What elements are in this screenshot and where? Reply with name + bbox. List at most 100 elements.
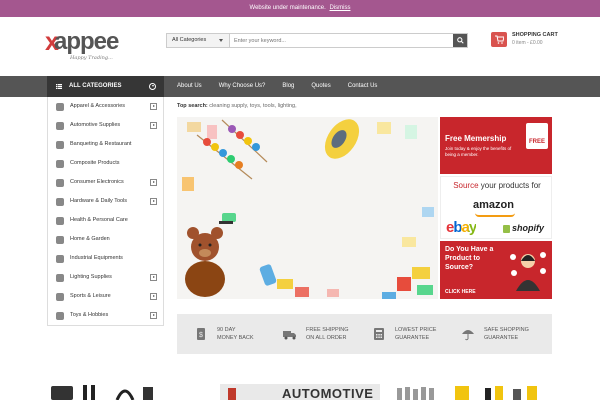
membership-body: Join today & enjoy the benefits of being… xyxy=(445,146,512,157)
nav-about-us[interactable]: About Us xyxy=(177,76,202,97)
nav-contact-us[interactable]: Contact Us xyxy=(348,76,378,97)
monitor-icon xyxy=(56,179,64,187)
logo-word: appee xyxy=(54,28,119,55)
category-label: Sports & Leisure xyxy=(70,293,111,299)
nav-blog[interactable]: Blog xyxy=(282,76,294,97)
shopping-cart[interactable]: SHOPPING CART 0 item - £0.00 xyxy=(491,32,561,50)
click-here-button[interactable]: CLICK HERE xyxy=(445,289,476,295)
category-item-hardware[interactable]: Hardware & Daily Tools xyxy=(48,192,163,211)
feature-line1: 90 DAY xyxy=(217,327,236,333)
search-category-select[interactable]: All Categories xyxy=(167,34,230,47)
category-item-lighting[interactable]: Lighting Supplies xyxy=(48,268,163,287)
maintenance-bar: Website under maintenance. Dismiss xyxy=(0,0,600,17)
category-label: Automotive Supplies xyxy=(70,122,121,128)
feature-line1: SAFE SHOPPING xyxy=(484,327,529,333)
shopify-bag-icon xyxy=(503,224,510,233)
top-search-terms[interactable]: cleaning supply, toys, tools, lighting, xyxy=(209,103,296,109)
cart-title: SHOPPING CART xyxy=(512,32,558,38)
product-question: Do You Have a Product to Source? xyxy=(445,246,494,271)
source-lead: Source xyxy=(453,181,479,190)
category-item-apparel[interactable]: Apparel & Accessories xyxy=(48,97,163,116)
product-banner-hardware[interactable] xyxy=(395,384,552,400)
feature-money-back: $ 90 DAY MONEY BACK xyxy=(194,314,283,354)
money-icon: $ xyxy=(197,328,205,340)
category-label: Composite Products xyxy=(70,160,120,166)
category-label: Home & Garden xyxy=(70,236,110,242)
car-icon xyxy=(56,122,64,130)
feature-line2: GUARANTEE xyxy=(484,335,519,341)
apparel-icon xyxy=(56,103,64,111)
free-membership-ad[interactable]: Free Memership Join today & enjoy the be… xyxy=(440,117,552,174)
category-label: Industrial Equipments xyxy=(70,255,123,261)
list-icon xyxy=(56,84,62,89)
source-products-ad[interactable]: Source your products for amazon ebay sho… xyxy=(440,176,552,239)
shopify-text: shopify xyxy=(512,223,545,233)
search-button[interactable] xyxy=(453,34,467,47)
all-categories-label: ALL CATEGORIES xyxy=(69,83,122,89)
category-item-banqueting[interactable]: Banqueting & Restaurant xyxy=(48,135,163,154)
toy-icon xyxy=(56,312,64,320)
category-item-automotive[interactable]: Automotive Supplies xyxy=(48,116,163,135)
product-banner-tools[interactable] xyxy=(47,384,164,400)
chevron-right-icon[interactable] xyxy=(150,103,157,110)
search-input[interactable] xyxy=(230,34,453,47)
nav-quotes[interactable]: Quotes xyxy=(311,76,330,97)
category-item-sports[interactable]: Sports & Leisure xyxy=(48,287,163,306)
category-sidebar: Apparel & Accessories Automotive Supplie… xyxy=(47,97,164,326)
ebay-logo: ebay xyxy=(446,219,477,236)
site-logo[interactable]: x appee Happy Trading... xyxy=(45,28,136,66)
chevron-right-icon[interactable] xyxy=(150,179,157,186)
tools-image xyxy=(51,385,153,400)
svg-text:$: $ xyxy=(199,332,203,339)
hardware-tools-image xyxy=(397,386,537,400)
feature-lowest-price: LOWEST PRICE GUARANTEE xyxy=(372,314,461,354)
search-bar: All Categories xyxy=(166,33,468,48)
cart-icon xyxy=(491,32,507,47)
product-banner-automotive[interactable]: AUTOMOTIVE xyxy=(220,384,380,400)
category-label: Hardware & Daily Tools xyxy=(70,198,128,204)
shopify-logo: shopify xyxy=(503,223,544,233)
category-item-electronics[interactable]: Consumer Electronics xyxy=(48,173,163,192)
amazon-smile-icon xyxy=(475,213,515,217)
category-label: Apparel & Accessories xyxy=(70,103,126,109)
chevron-down-icon xyxy=(149,83,156,90)
logo-tagline: Happy Trading... xyxy=(70,55,113,61)
category-item-industrial[interactable]: Industrial Equipments xyxy=(48,249,163,268)
category-item-toys[interactable]: Toys & Hobbies xyxy=(48,306,163,325)
category-label: Health & Personal Care xyxy=(70,217,128,223)
bottle-icon xyxy=(228,388,236,400)
cutlery-icon xyxy=(56,141,64,149)
feature-free-shipping: FREE SHIPPING ON ALL ORDER xyxy=(283,314,372,354)
chevron-right-icon[interactable] xyxy=(150,293,157,300)
chevron-right-icon[interactable] xyxy=(150,312,157,319)
top-search-label: Top search: xyxy=(177,103,208,109)
category-label: Lighting Supplies xyxy=(70,274,112,280)
membership-title: Free Memership xyxy=(445,134,507,143)
ebay-text: ebay xyxy=(446,219,477,236)
cart-summary: 0 item - £0.00 xyxy=(512,40,543,46)
source-product-ad[interactable]: Do You Have a Product to Source? CLICK H… xyxy=(440,241,552,299)
umbrella-icon xyxy=(462,330,474,341)
dismiss-link[interactable]: Dismiss xyxy=(329,5,350,11)
feature-safe-shopping: SAFE SHOPPING GUARANTEE xyxy=(461,314,550,354)
person-phone-icon xyxy=(510,252,546,291)
category-item-home-garden[interactable]: Home & Garden xyxy=(48,230,163,249)
all-categories-toggle[interactable]: ALL CATEGORIES xyxy=(47,76,164,97)
top-search: Top search: cleaning supply, toys, tools… xyxy=(177,103,297,109)
nav-menu: About Us Why Choose Us? Blog Quotes Cont… xyxy=(177,76,394,97)
nav-why-choose-us[interactable]: Why Choose Us? xyxy=(219,76,266,97)
chevron-right-icon[interactable] xyxy=(150,198,157,205)
hero-banner-toys[interactable] xyxy=(177,117,438,299)
bulb-icon xyxy=(56,274,64,282)
ball-icon xyxy=(56,293,64,301)
category-item-health[interactable]: Health & Personal Care xyxy=(48,211,163,230)
amazon-logo: amazon xyxy=(473,199,514,211)
chevron-right-icon[interactable] xyxy=(150,122,157,129)
toys-image xyxy=(177,117,438,299)
category-label: Consumer Electronics xyxy=(70,179,124,185)
chevron-right-icon[interactable] xyxy=(150,274,157,281)
feature-line2: GUARANTEE xyxy=(395,335,430,341)
calculator-icon xyxy=(374,328,384,340)
category-item-composite[interactable]: Composite Products xyxy=(48,154,163,173)
category-label: Banqueting & Restaurant xyxy=(70,141,132,147)
